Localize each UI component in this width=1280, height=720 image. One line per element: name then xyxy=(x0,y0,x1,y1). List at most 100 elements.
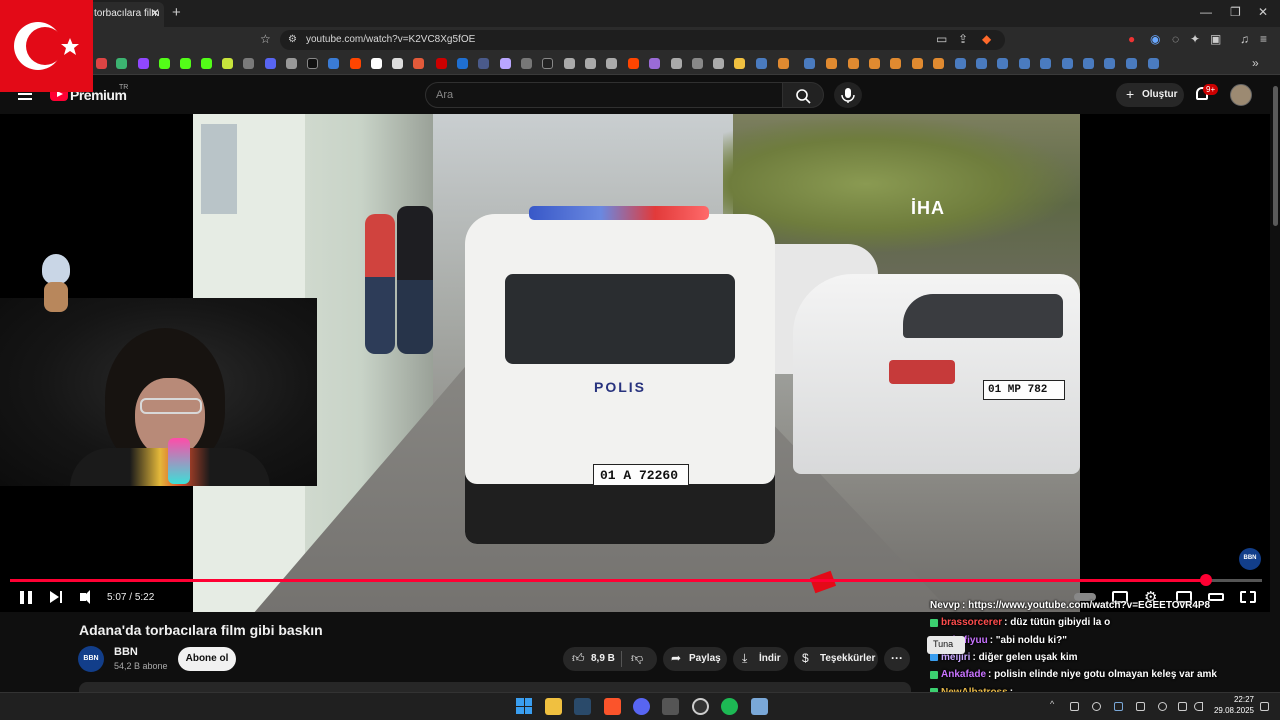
notifications-icon[interactable] xyxy=(1260,702,1269,711)
progress-scrubber[interactable] xyxy=(1200,574,1212,586)
progress-bar[interactable] xyxy=(10,574,1262,586)
subscribe-button[interactable]: Abone ol xyxy=(178,647,236,671)
bookmark-icon[interactable] xyxy=(778,58,789,69)
bookmarks-overflow-icon[interactable]: » xyxy=(1252,56,1259,70)
bookmark-steam-icon[interactable] xyxy=(1148,58,1159,69)
bookmark-icon[interactable] xyxy=(564,58,575,69)
bookmark-reddit-icon[interactable] xyxy=(350,58,361,69)
bookmark-steam-icon[interactable] xyxy=(1019,58,1030,69)
account-avatar[interactable] xyxy=(1230,84,1252,106)
clock-time[interactable]: 22:27 xyxy=(1214,695,1254,704)
bookmark-icon[interactable] xyxy=(328,58,339,69)
bookmark-icon[interactable] xyxy=(457,58,468,69)
cast-icon[interactable]: ▭ xyxy=(936,32,947,46)
bookmark-icon[interactable] xyxy=(848,58,859,69)
bookmark-icon[interactable] xyxy=(243,58,254,69)
discord-icon[interactable] xyxy=(633,698,650,715)
bookmark-icon[interactable]: ☆ xyxy=(260,32,271,46)
bookmark-icon[interactable] xyxy=(649,58,660,69)
thanks-button[interactable]: $ Teşekkürler xyxy=(794,647,878,671)
obs-icon[interactable] xyxy=(692,698,709,715)
app-icon[interactable] xyxy=(662,698,679,715)
share-icon[interactable]: ⇪ xyxy=(958,32,968,46)
thumbs-down-icon[interactable]: 👎︎ xyxy=(631,651,643,666)
bookmark-icon[interactable] xyxy=(692,58,703,69)
bookmark-icon[interactable] xyxy=(912,58,923,69)
bookmark-steam-icon[interactable] xyxy=(997,58,1008,69)
bookmark-icon[interactable] xyxy=(826,58,837,69)
channel-watermark[interactable]: BBN xyxy=(1239,548,1261,570)
restore-button[interactable]: ❐ xyxy=(1230,5,1241,19)
network-icon[interactable] xyxy=(1178,702,1187,711)
bookmark-reddit-icon[interactable] xyxy=(628,58,639,69)
share-button[interactable]: ➦ Paylaş xyxy=(663,647,727,671)
chat-username[interactable]: Nevvp xyxy=(930,600,960,611)
bookmark-steam-icon[interactable] xyxy=(1083,58,1094,69)
tray-steam-icon[interactable] xyxy=(1114,702,1123,711)
tray-overflow-icon[interactable]: ^ xyxy=(1050,699,1059,709)
pause-icon[interactable] xyxy=(20,591,32,604)
video-frame[interactable]: 01 MP 782 POLIS 01 A 72260 İHA xyxy=(193,114,1080,612)
voice-search-button[interactable] xyxy=(834,82,862,108)
next-icon[interactable] xyxy=(50,591,59,603)
sidebar-icon[interactable]: ▣ xyxy=(1210,32,1221,46)
page-scrollbar[interactable] xyxy=(1270,76,1280,686)
active-tab[interactable]: torbacılara film ✕ xyxy=(86,2,164,27)
create-button[interactable]: + Oluştur xyxy=(1116,83,1184,107)
chat-username[interactable]: brassorcerer xyxy=(941,617,1002,628)
file-explorer-icon[interactable] xyxy=(545,698,562,715)
bookmark-steam-icon[interactable] xyxy=(1126,58,1137,69)
tray-icon[interactable] xyxy=(1070,702,1079,711)
bookmark-icon[interactable] xyxy=(265,58,276,69)
bookmark-icon[interactable] xyxy=(286,58,297,69)
site-settings-icon[interactable]: ⚙ xyxy=(288,34,297,45)
bookmark-steam-icon[interactable] xyxy=(1062,58,1073,69)
bookmark-steam-icon[interactable] xyxy=(1040,58,1051,69)
bookmark-icon[interactable] xyxy=(500,58,511,69)
extension-icon[interactable]: ◌ xyxy=(1172,32,1179,46)
chat-username[interactable]: Ankafade xyxy=(941,669,986,680)
bookmark-steam-icon[interactable] xyxy=(1104,58,1115,69)
bookmark-icon[interactable] xyxy=(478,58,489,69)
bookmark-folder-icon[interactable] xyxy=(734,58,745,69)
search-input[interactable] xyxy=(436,87,766,103)
bookmark-icon[interactable] xyxy=(890,58,901,69)
bookmark-kick-icon[interactable] xyxy=(201,58,212,69)
tray-icon[interactable] xyxy=(1092,702,1101,711)
bookmark-icon[interactable] xyxy=(521,58,532,69)
download-button[interactable]: ⤓ İndir xyxy=(733,647,788,671)
search-button[interactable] xyxy=(782,82,824,108)
bookmark-icon[interactable] xyxy=(933,58,944,69)
bookmark-kick-icon[interactable] xyxy=(180,58,191,69)
tray-icon[interactable] xyxy=(1136,702,1145,711)
windows-start-icon[interactable] xyxy=(516,698,532,714)
ublock-icon[interactable]: ● xyxy=(1128,32,1135,46)
bookmark-icon[interactable] xyxy=(436,58,447,69)
video-player[interactable]: 01 MP 782 POLIS 01 A 72260 İHA BBN 5:07 … xyxy=(0,114,1270,612)
more-actions-button[interactable]: ··· xyxy=(884,647,910,671)
spotify-icon[interactable] xyxy=(721,698,738,715)
bookmark-steam-icon[interactable] xyxy=(976,58,987,69)
volume-icon[interactable] xyxy=(80,590,90,604)
extension-audio-icon[interactable]: ◉ xyxy=(1150,32,1160,46)
bookmark-steam-icon[interactable] xyxy=(756,58,767,69)
bookmark-kick-icon[interactable] xyxy=(159,58,170,69)
bookmark-steam-icon[interactable] xyxy=(804,58,815,69)
brave-browser-icon[interactable] xyxy=(604,698,621,715)
media-icon[interactable]: ♫ xyxy=(1240,32,1249,46)
brave-shield-icon[interactable]: ◆ xyxy=(982,32,991,46)
bookmark-icon[interactable] xyxy=(222,58,233,69)
like-count[interactable]: 8,9 B xyxy=(591,653,615,664)
clock-date[interactable]: 29.08.2025 xyxy=(1205,706,1254,715)
description-box[interactable] xyxy=(79,682,911,692)
scrollbar-thumb[interactable] xyxy=(1273,86,1278,226)
bookmark-x-icon[interactable] xyxy=(307,58,318,69)
bookmark-icon[interactable] xyxy=(585,58,596,69)
extensions-puzzle-icon[interactable]: ✦ xyxy=(1190,32,1200,46)
menu-icon[interactable]: ≡ xyxy=(1260,32,1267,46)
new-tab-button[interactable]: + xyxy=(172,4,181,21)
tray-icon[interactable] xyxy=(1158,702,1167,711)
tab-close-icon[interactable]: ✕ xyxy=(150,6,160,20)
bookmark-icon[interactable] xyxy=(413,58,424,69)
bookmark-icon[interactable] xyxy=(542,58,553,69)
